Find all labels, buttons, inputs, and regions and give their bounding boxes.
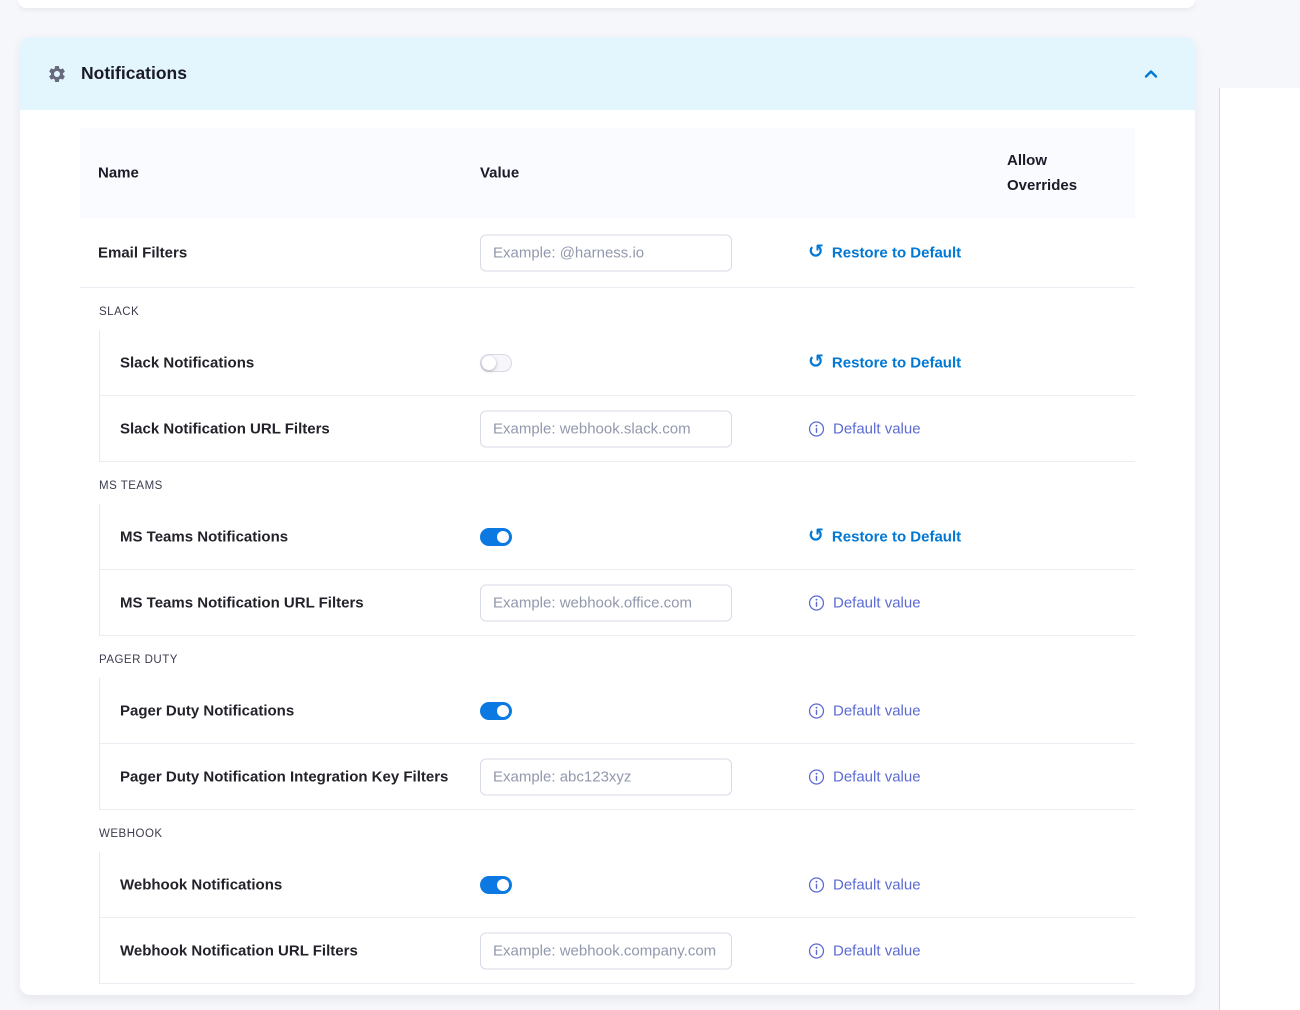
pager-duty-key-filters-label: Pager Duty Notification Integration Key … bbox=[120, 768, 448, 785]
restore-to-default-button[interactable]: ↺ Restore to Default bbox=[808, 353, 961, 372]
restore-to-default-button[interactable]: ↺ Restore to Default bbox=[808, 527, 961, 546]
restore-icon: ↺ bbox=[808, 352, 824, 371]
table-row: Pager Duty Notifications Default value bbox=[100, 678, 1135, 744]
section-title: Notifications bbox=[81, 63, 1137, 84]
table-row: Webhook Notification URL Filters Default… bbox=[100, 918, 1135, 984]
restore-to-default-label: Restore to Default bbox=[832, 244, 961, 261]
table-row: Slack Notification URL Filters Default v… bbox=[100, 396, 1135, 462]
group-slack: SLACK Slack Notifications ↺ Restore to D… bbox=[80, 288, 1135, 462]
restore-to-default-label: Restore to Default bbox=[832, 354, 961, 371]
restore-to-default-label: Restore to Default bbox=[832, 528, 961, 545]
pager-duty-notifications-label: Pager Duty Notifications bbox=[120, 702, 294, 719]
group-title-slack: SLACK bbox=[80, 288, 1135, 330]
pager-duty-key-filters-input[interactable] bbox=[480, 758, 732, 795]
webhook-url-filters-input[interactable] bbox=[480, 932, 732, 969]
restore-icon: ↺ bbox=[808, 526, 824, 545]
email-filters-input[interactable] bbox=[480, 234, 732, 271]
default-value-label: Default value bbox=[833, 420, 921, 437]
info-icon bbox=[808, 942, 825, 959]
default-value-indicator[interactable]: Default value bbox=[808, 768, 921, 785]
webhook-notifications-toggle[interactable] bbox=[480, 876, 512, 894]
ms-teams-url-filters-label: MS Teams Notification URL Filters bbox=[120, 594, 364, 611]
default-value-label: Default value bbox=[833, 942, 921, 959]
slack-notifications-label: Slack Notifications bbox=[120, 354, 254, 371]
default-value-indicator[interactable]: Default value bbox=[808, 942, 921, 959]
webhook-notifications-label: Webhook Notifications bbox=[120, 876, 282, 893]
info-icon bbox=[808, 420, 825, 437]
email-filters-label: Email Filters bbox=[98, 244, 187, 261]
group-title-webhook: WEBHOOK bbox=[80, 810, 1135, 852]
restore-to-default-button[interactable]: ↺ Restore to Default bbox=[808, 243, 961, 262]
group-webhook: WEBHOOK Webhook Notifications bbox=[80, 810, 1135, 984]
group-title-pager-duty: PAGER DUTY bbox=[80, 636, 1135, 678]
chevron-up-icon bbox=[1143, 66, 1159, 82]
table-row: Webhook Notifications Default value bbox=[100, 852, 1135, 918]
notifications-card: Notifications Name Value Allow Overrides… bbox=[20, 37, 1195, 995]
info-icon bbox=[808, 768, 825, 785]
collapse-section-button[interactable] bbox=[1137, 60, 1165, 88]
slack-notifications-toggle[interactable] bbox=[480, 354, 512, 372]
default-value-indicator[interactable]: Default value bbox=[808, 876, 921, 893]
info-icon bbox=[808, 702, 825, 719]
gear-icon bbox=[47, 64, 67, 84]
table-row: MS Teams Notifications ↺ Restore to Defa… bbox=[100, 504, 1135, 570]
right-panel-divider bbox=[1219, 88, 1300, 1010]
default-value-indicator[interactable]: Default value bbox=[808, 702, 921, 719]
webhook-url-filters-label: Webhook Notification URL Filters bbox=[120, 942, 358, 959]
ms-teams-url-filters-input[interactable] bbox=[480, 584, 732, 621]
settings-table: Name Value Allow Overrides Email Filters… bbox=[80, 128, 1135, 984]
column-header-name: Name bbox=[98, 165, 139, 182]
table-row: Slack Notifications ↺ Restore to Default bbox=[100, 330, 1135, 396]
table-header-row: Name Value Allow Overrides bbox=[80, 128, 1135, 218]
default-value-label: Default value bbox=[833, 768, 921, 785]
column-header-allow-overrides: Allow Overrides bbox=[1007, 148, 1103, 198]
slack-url-filters-input[interactable] bbox=[480, 410, 732, 447]
slack-url-filters-label: Slack Notification URL Filters bbox=[120, 420, 330, 437]
notifications-card-header: Notifications bbox=[20, 37, 1195, 110]
default-value-indicator[interactable]: Default value bbox=[808, 594, 921, 611]
info-icon bbox=[808, 594, 825, 611]
default-value-label: Default value bbox=[833, 876, 921, 893]
table-row: MS Teams Notification URL Filters Defaul… bbox=[100, 570, 1135, 636]
info-icon bbox=[808, 876, 825, 893]
column-header-value: Value bbox=[480, 165, 519, 182]
group-ms-teams: MS TEAMS MS Teams Notifications ↺ Restor… bbox=[80, 462, 1135, 636]
default-value-label: Default value bbox=[833, 702, 921, 719]
table-row: Pager Duty Notification Integration Key … bbox=[100, 744, 1135, 810]
ms-teams-notifications-toggle[interactable] bbox=[480, 528, 512, 546]
default-value-indicator[interactable]: Default value bbox=[808, 420, 921, 437]
table-row: Email Filters ↺ Restore to Default bbox=[80, 218, 1135, 288]
group-title-ms-teams: MS TEAMS bbox=[80, 462, 1135, 504]
group-pager-duty: PAGER DUTY Pager Duty Notifications bbox=[80, 636, 1135, 810]
default-value-label: Default value bbox=[833, 594, 921, 611]
ms-teams-notifications-label: MS Teams Notifications bbox=[120, 528, 288, 545]
previous-section-card-edge bbox=[18, 0, 1195, 8]
restore-icon: ↺ bbox=[808, 242, 824, 261]
pager-duty-notifications-toggle[interactable] bbox=[480, 702, 512, 720]
